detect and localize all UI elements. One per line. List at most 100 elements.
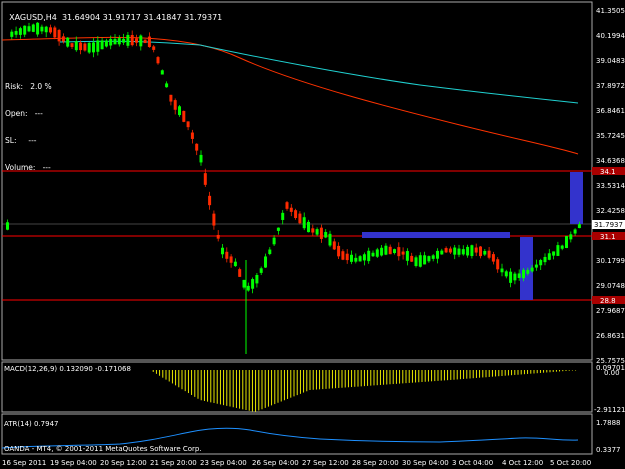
candle-body xyxy=(547,253,551,260)
candle-body xyxy=(483,250,487,255)
candle-body xyxy=(178,106,181,116)
candle-body xyxy=(479,246,482,257)
candle-body xyxy=(66,37,70,47)
candle-body xyxy=(152,46,156,50)
candle-body xyxy=(70,43,74,47)
candle-body xyxy=(130,35,134,46)
price-axis-label: 35.7245 xyxy=(596,132,625,140)
candle-body xyxy=(457,248,461,255)
candle-body xyxy=(113,38,117,45)
candle-body xyxy=(517,273,521,278)
candle-body xyxy=(10,31,14,37)
candle-body xyxy=(315,229,319,235)
candle-body xyxy=(216,234,220,239)
candle-body xyxy=(57,30,61,42)
candle-body xyxy=(173,100,177,110)
candle-body xyxy=(375,249,379,257)
candle-body xyxy=(362,254,366,261)
candle-body xyxy=(87,42,91,53)
candle-body xyxy=(104,40,108,47)
candle-body xyxy=(427,256,431,262)
candle-body xyxy=(251,279,255,289)
candle-body xyxy=(23,25,27,35)
candle-body xyxy=(423,255,427,265)
candle-body xyxy=(53,27,57,38)
time-axis: 16 Sep 2011 19 Sep 04:00 20 Sep 12:00 21 Se… xyxy=(2,459,591,467)
candle-body xyxy=(276,227,280,231)
price-axis-label: 37.8972 xyxy=(596,82,625,90)
price-axis-label: 27.9687 xyxy=(596,307,625,315)
time-axis-label: 30 Sep 04:00 xyxy=(402,459,449,467)
candle-body xyxy=(83,43,87,51)
candle-body xyxy=(302,217,306,229)
candle-body xyxy=(341,251,345,260)
price-axis-label: 29.0748 xyxy=(596,282,625,290)
candle-body xyxy=(165,83,169,88)
candle-body xyxy=(539,260,543,266)
candle-body xyxy=(160,70,164,75)
candle-body xyxy=(500,268,504,273)
candle-body xyxy=(573,229,577,234)
macd-axis-zero: 0.00 xyxy=(604,369,620,377)
candle-body xyxy=(504,271,508,277)
candle-body xyxy=(440,250,444,255)
candle-body xyxy=(212,213,216,226)
target-box[interactable] xyxy=(570,172,583,224)
candle-body xyxy=(401,251,405,255)
candle-body xyxy=(6,222,9,230)
macd-axis-bottom: -2.91121 xyxy=(594,406,625,414)
candle-body xyxy=(289,207,293,212)
candle-body xyxy=(358,256,362,262)
candle-body xyxy=(393,249,396,254)
candle-body xyxy=(298,213,302,224)
candle-body xyxy=(156,57,160,64)
consolidation-box[interactable] xyxy=(362,232,510,238)
candle-body xyxy=(135,38,138,43)
candle-body xyxy=(332,241,336,250)
candle-body xyxy=(122,38,126,43)
candle-body xyxy=(281,212,285,220)
candle-body xyxy=(380,247,384,256)
macd-label: MACD(12,26,9) 0.132090 -0.171068 xyxy=(4,365,131,373)
candle-body xyxy=(560,245,564,249)
candle-body xyxy=(354,257,358,262)
candle-body xyxy=(388,246,392,255)
candle-body xyxy=(350,254,353,262)
candle-body xyxy=(272,237,276,245)
time-axis-label: 23 Sep 04:00 xyxy=(200,459,247,467)
candle-body xyxy=(543,256,547,263)
time-axis-label: 21 Sep 20:00 xyxy=(150,459,197,467)
price-axis-label: 32.4258 xyxy=(596,207,625,215)
candle-body xyxy=(96,40,100,52)
candle-body xyxy=(569,234,573,240)
candle-body xyxy=(556,245,560,256)
candle-body xyxy=(225,251,229,259)
main-price-pane[interactable] xyxy=(1,1,593,361)
candle-body xyxy=(474,247,478,253)
candle-body xyxy=(319,227,323,239)
symbol-header: XAGUSD,H4 31.64904 31.91717 31.41847 31.… xyxy=(4,3,222,23)
candle-body xyxy=(199,154,203,163)
candle-body xyxy=(139,35,143,47)
atr-axis-bottom: 0.3377 xyxy=(596,446,621,454)
candle-body xyxy=(513,273,517,281)
level-tag-bottom-text: 28.8 xyxy=(600,297,616,305)
candle-body xyxy=(259,268,263,273)
price-axis-label: 41.3505 xyxy=(596,7,625,15)
candle-body xyxy=(384,245,388,255)
candle-body xyxy=(509,271,513,283)
candle-body xyxy=(238,269,242,277)
price-axis-label: 36.8461 xyxy=(596,107,625,115)
candle-body xyxy=(74,41,78,51)
candle-body xyxy=(18,28,22,35)
candle-body xyxy=(337,245,341,257)
atr-label: ATR(14) 0.7947 xyxy=(4,420,59,428)
ohlc-values: 31.64904 31.91717 31.41847 31.79371 xyxy=(61,13,223,22)
candle-body xyxy=(44,26,48,33)
trading-chart[interactable]: 41.3505 40.1994 39.0483 37.8972 36.8461 35.72… xyxy=(0,0,625,469)
time-axis-label: 19 Sep 04:00 xyxy=(50,459,97,467)
risk-label: Risk: 2.0 % xyxy=(5,82,52,91)
candle-body xyxy=(143,39,147,44)
candle-body xyxy=(565,236,568,248)
candle-body xyxy=(169,94,173,102)
